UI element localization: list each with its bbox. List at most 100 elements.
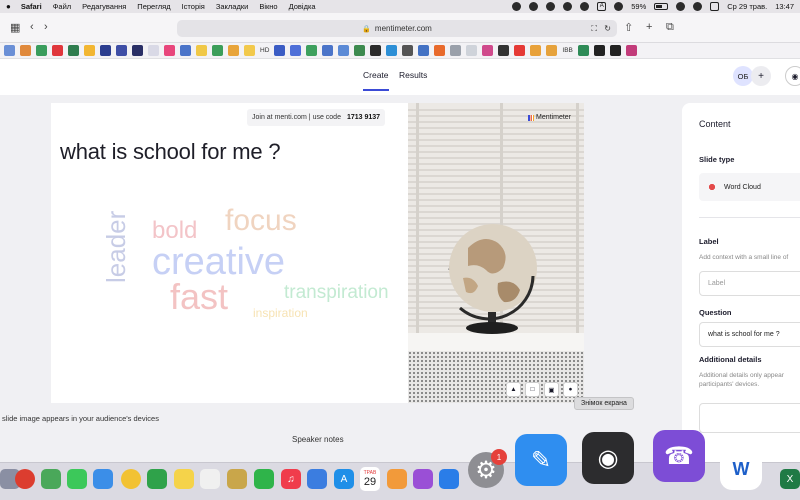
dock-screenshot-icon[interactable]: ◉ [582, 432, 634, 484]
address-bar[interactable]: 🔒 mentimeter.com ⛶ ↻ [177, 20, 617, 37]
dock-calendar-icon[interactable]: ТРАВ 29 [360, 467, 380, 491]
bookmark-25-icon[interactable] [402, 45, 414, 56]
tab-overview-icon[interactable]: ⧉ [666, 21, 674, 34]
dock-mail-icon[interactable] [93, 469, 113, 489]
dock-excel-icon[interactable]: X [780, 469, 800, 489]
dock-app-store-icon[interactable]: A [334, 469, 354, 489]
bookmark-21-icon[interactable] [338, 45, 350, 56]
bookmark-17-icon[interactable] [274, 45, 286, 56]
bookmark-10-icon[interactable] [148, 45, 159, 56]
share-icon[interactable]: ⇧ [624, 21, 633, 34]
menu-help[interactable]: Довідка [289, 2, 316, 11]
bookmark-30-icon[interactable] [482, 45, 494, 56]
dock-files-icon[interactable] [439, 469, 459, 489]
bookmark-32-icon[interactable] [514, 45, 526, 56]
dock-contacts-icon[interactable] [227, 469, 247, 489]
reload-icon[interactable]: ↻ [604, 24, 611, 33]
dock-photos-icon[interactable] [121, 469, 141, 489]
bookmark-20-icon[interactable] [322, 45, 334, 56]
speaker-notes-toggle[interactable]: Speaker notes [292, 435, 344, 444]
menu-time[interactable]: 13:47 [775, 2, 794, 11]
dock-freeform-icon[interactable]: ✎ [515, 434, 567, 486]
bookmark-6-icon[interactable] [84, 45, 95, 56]
bookmark-15-icon[interactable] [228, 45, 239, 56]
forward-icon[interactable]: › [44, 21, 48, 33]
tab-create[interactable]: Create [363, 70, 389, 91]
dock-pages-icon[interactable] [387, 469, 407, 489]
dock-music-icon[interactable]: ♫ [281, 469, 301, 489]
bookmark-12-icon[interactable] [180, 45, 191, 56]
bookmark-34-icon[interactable] [546, 45, 558, 56]
back-icon[interactable]: ‹ [30, 21, 34, 33]
bookmark-7-icon[interactable] [100, 45, 111, 56]
dock-reminders-icon[interactable] [200, 469, 220, 489]
bookmark-26-icon[interactable] [418, 45, 430, 56]
bookmark-8-icon[interactable] [116, 45, 127, 56]
bookmark-37-icon[interactable] [609, 45, 621, 56]
dock-maps-icon[interactable] [41, 469, 61, 489]
thumbs-up-icon[interactable]: ▲ [506, 382, 521, 397]
bookmark-19-icon[interactable] [306, 45, 318, 56]
menu-file[interactable]: Файл [53, 2, 71, 11]
sidebar-toggle-icon[interactable]: ▦ [10, 21, 20, 34]
bookmark-14-icon[interactable] [212, 45, 223, 56]
bookmark-18-icon[interactable] [290, 45, 302, 56]
preview-eye-icon[interactable]: ◉ [785, 66, 800, 86]
bookmark-35-icon[interactable] [577, 45, 589, 56]
new-tab-icon[interactable]: + [646, 21, 652, 33]
dock-keynote-icon[interactable] [307, 469, 327, 489]
headphones-icon[interactable] [580, 2, 590, 11]
bluetooth-icon[interactable] [614, 2, 624, 11]
bookmark-24-icon[interactable] [386, 45, 398, 56]
bookmark-11-icon[interactable] [164, 45, 175, 56]
bookmark-ibb[interactable]: IBB [562, 47, 572, 54]
translate-icon[interactable]: ⛶ [591, 24, 597, 34]
bookmark-5-icon[interactable] [68, 45, 79, 56]
bookmark-33-icon[interactable] [530, 45, 542, 56]
dock-podcasts-icon[interactable] [413, 469, 433, 489]
bookmark-2-icon[interactable] [20, 45, 31, 56]
volume-icon[interactable] [563, 2, 573, 11]
add-collaborator-button[interactable]: + [751, 66, 771, 86]
menu-bookmarks[interactable]: Закладки [216, 2, 248, 11]
viber-status-icon[interactable] [512, 2, 522, 11]
tab-results[interactable]: Results [399, 70, 427, 80]
telegram-status-icon[interactable] [529, 2, 539, 11]
slide-canvas[interactable]: Join at menti.com | use code 1713 9137 w… [51, 103, 584, 403]
bookmark-28-icon[interactable] [450, 45, 462, 56]
comment-icon[interactable]: □ [525, 382, 540, 397]
dock-messages-icon[interactable] [67, 469, 87, 489]
wifi-icon[interactable] [676, 2, 686, 11]
label-input[interactable]: Label [699, 271, 800, 296]
dock-numbers-icon[interactable] [254, 469, 274, 489]
avatar[interactable]: ОБ [733, 66, 753, 86]
bookmark-1-icon[interactable] [4, 45, 15, 56]
bookmark-27-icon[interactable] [434, 45, 446, 56]
menu-window[interactable]: Вікно [259, 2, 277, 11]
dock-facetime-icon[interactable] [147, 469, 167, 489]
control-center-icon[interactable] [710, 2, 720, 11]
details-input[interactable] [699, 403, 800, 433]
play-status-icon[interactable] [546, 2, 556, 11]
bookmark-36-icon[interactable] [593, 45, 605, 56]
bookmark-22-icon[interactable] [354, 45, 366, 56]
bookmark-23-icon[interactable] [370, 45, 382, 56]
dock-notes-icon[interactable] [174, 469, 194, 489]
input-source-icon[interactable]: A [597, 2, 607, 11]
bookmark-9-icon[interactable] [132, 45, 143, 56]
bookmark-38-icon[interactable] [625, 45, 637, 56]
bookmark-16-icon[interactable] [244, 45, 255, 56]
participant-icon[interactable]: ● [563, 382, 578, 397]
menu-history[interactable]: Історія [182, 2, 205, 11]
dock-word-icon[interactable]: W [720, 448, 762, 490]
menu-app-name[interactable]: Safari [21, 2, 42, 11]
chat-icon[interactable]: ▣ [544, 382, 559, 397]
bookmark-hd[interactable]: HD [260, 47, 269, 54]
menu-view[interactable]: Перегляд [137, 2, 170, 11]
question-input[interactable]: what is school for me ? [699, 322, 800, 347]
apple-icon[interactable]: ● [6, 2, 11, 11]
slide-image[interactable]: Mentimeter ▲ □ ▣ ● [408, 103, 584, 403]
bookmark-4-icon[interactable] [52, 45, 63, 56]
dock-viber-icon[interactable]: ☎ [653, 430, 705, 482]
bookmark-13-icon[interactable] [196, 45, 207, 56]
